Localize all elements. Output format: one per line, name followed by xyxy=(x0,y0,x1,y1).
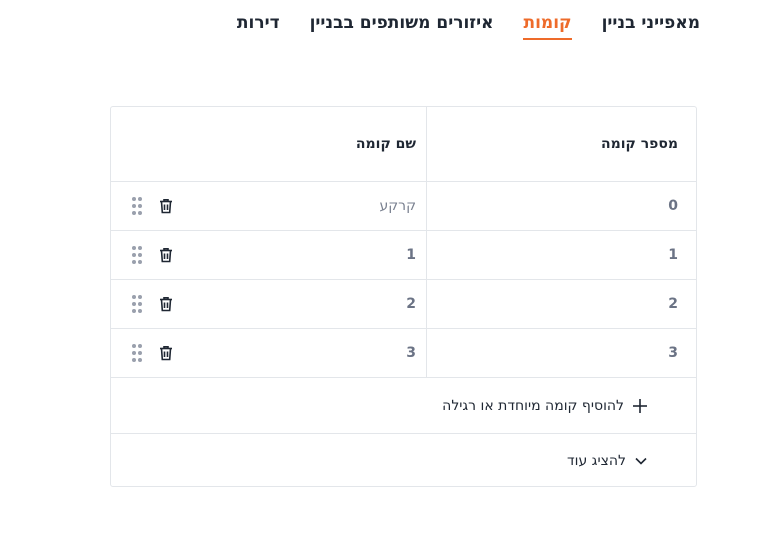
floor-number-value: 2 xyxy=(668,296,678,312)
floor-name-value: 3 xyxy=(406,345,416,361)
floor-number-cell[interactable]: 2 xyxy=(426,280,696,328)
table-row: 1 1 xyxy=(111,231,696,280)
tab-building-properties[interactable]: מאפייני בניין xyxy=(602,12,700,40)
floor-name-value: 2 xyxy=(406,296,416,312)
header-floor-name: שם קומה xyxy=(355,136,416,152)
floor-number-value: 3 xyxy=(668,345,678,361)
trash-icon[interactable] xyxy=(159,345,173,361)
tab-shared-areas[interactable]: איזורים משותפים בבניין xyxy=(310,12,494,40)
page: מאפייני בניין קומות איזורים משותפים בבני… xyxy=(0,0,782,542)
floor-name-cell[interactable]: קרקע xyxy=(111,182,426,230)
floor-name-cell[interactable]: 2 xyxy=(111,280,426,328)
row-actions xyxy=(131,196,173,216)
row-actions xyxy=(131,343,173,363)
show-more-label: להציג עוד xyxy=(567,453,626,469)
show-more-button[interactable]: להציג עוד xyxy=(111,434,696,488)
floor-name-cell[interactable]: 1 xyxy=(111,231,426,279)
tab-apartments[interactable]: דירות xyxy=(237,12,280,40)
trash-icon[interactable] xyxy=(159,247,173,263)
floor-number-cell[interactable]: 3 xyxy=(426,329,696,377)
floors-table-card: מספר קומה שם קומה 0 קרקע 1 1 2 2 3 3 להו… xyxy=(110,106,697,487)
drag-handle-icon[interactable] xyxy=(131,245,143,265)
tab-bar: מאפייני בניין קומות איזורים משותפים בבני… xyxy=(237,12,700,40)
trash-icon[interactable] xyxy=(159,296,173,312)
add-floor-button[interactable]: להוסיף קומה מיוחדת או רגילה xyxy=(111,378,696,434)
row-actions xyxy=(131,294,173,314)
floor-name-value: קרקע xyxy=(379,198,416,214)
table-row: 0 קרקע xyxy=(111,182,696,231)
tab-floors[interactable]: קומות xyxy=(523,12,572,40)
table-row: 3 3 xyxy=(111,329,696,378)
drag-handle-icon[interactable] xyxy=(131,196,143,216)
header-cell-floor-number: מספר קומה xyxy=(426,107,696,181)
floor-number-cell[interactable]: 1 xyxy=(426,231,696,279)
floor-number-cell[interactable]: 0 xyxy=(426,182,696,230)
drag-handle-icon[interactable] xyxy=(131,343,143,363)
chevron-down-icon xyxy=(634,456,648,466)
header-cell-floor-name: שם קומה xyxy=(111,107,426,181)
floor-number-value: 1 xyxy=(668,247,678,263)
table-row: 2 2 xyxy=(111,280,696,329)
floor-number-value: 0 xyxy=(668,198,678,214)
drag-handle-icon[interactable] xyxy=(131,294,143,314)
header-floor-number: מספר קומה xyxy=(600,136,678,152)
add-floor-label: להוסיף קומה מיוחדת או רגילה xyxy=(442,397,624,414)
floor-name-value: 1 xyxy=(406,247,416,263)
trash-icon[interactable] xyxy=(159,198,173,214)
floor-name-cell[interactable]: 3 xyxy=(111,329,426,377)
row-actions xyxy=(131,245,173,265)
plus-icon xyxy=(632,398,648,414)
table-header-row: מספר קומה שם קומה xyxy=(111,107,696,182)
